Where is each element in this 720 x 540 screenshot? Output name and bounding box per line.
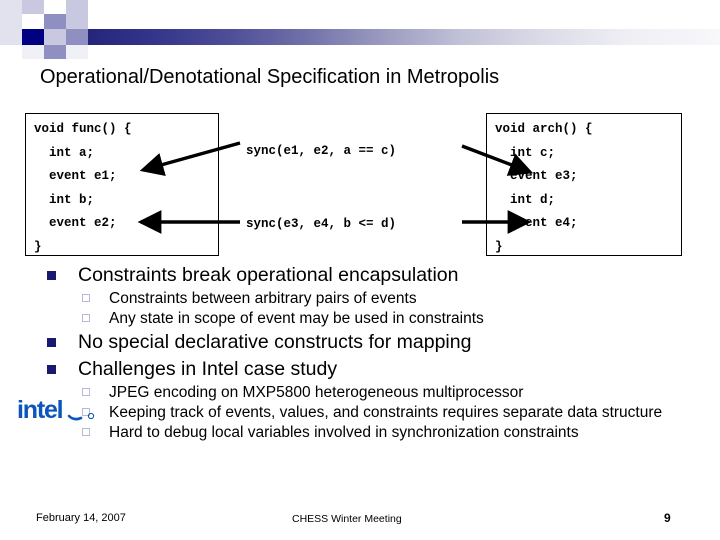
header-gradient-bar xyxy=(44,29,720,45)
code-line: int b; xyxy=(34,192,95,207)
deco-square xyxy=(0,29,22,45)
footer-date: February 14, 2007 xyxy=(36,512,126,524)
slide-decoration-header xyxy=(0,0,720,59)
bullet-text: Any state in scope of event may be used … xyxy=(109,310,484,327)
deco-square xyxy=(66,14,88,29)
bullet-hollow-square-icon xyxy=(82,314,90,322)
bullet-level2: Hard to debug local variables involved i… xyxy=(30,423,690,442)
footer-page-number: 9 xyxy=(664,511,671,525)
bullet-text: JPEG encoding on MXP5800 heterogeneous m… xyxy=(109,384,524,401)
bullet-level2: Any state in scope of event may be used … xyxy=(30,309,690,328)
bullet-text: Hard to debug local variables involved i… xyxy=(109,424,579,441)
code-line: event e4; xyxy=(495,216,578,230)
code-line: int d; xyxy=(495,192,556,207)
code-line: event e2; xyxy=(34,216,117,230)
bullet-text: Keeping track of events, values, and con… xyxy=(109,404,663,421)
deco-square xyxy=(0,0,22,29)
intel-swoosh-icon xyxy=(67,414,83,421)
bullet-level1: Constraints break operational encapsulat… xyxy=(30,262,690,288)
footer-event-name: CHESS Winter Meeting xyxy=(292,513,402,525)
bullet-level2: JPEG encoding on MXP5800 heterogeneous m… xyxy=(30,383,690,402)
bullet-level1: Challenges in Intel case study xyxy=(30,356,690,382)
bullet-text: No special declarative constructs for ma… xyxy=(78,331,472,353)
code-line: } xyxy=(495,239,503,254)
bullet-hollow-square-icon xyxy=(82,294,90,302)
code-line: void func() { xyxy=(34,122,132,136)
slide-title: Operational/Denotational Specification i… xyxy=(40,66,500,88)
bullet-level2: Keeping track of events, values, and con… xyxy=(30,403,690,422)
bullet-square-icon xyxy=(47,271,56,280)
deco-square xyxy=(22,0,44,14)
bullet-text: Constraints break operational encapsulat… xyxy=(78,264,459,286)
bullet-square-icon xyxy=(47,365,56,374)
deco-square-navy xyxy=(22,29,44,45)
deco-square xyxy=(44,14,66,29)
deco-square xyxy=(66,29,88,45)
sync-constraint-1: sync(e1, e2, a == c) xyxy=(246,144,397,158)
sync-constraint-2: sync(e3, e4, b <= d) xyxy=(246,217,397,231)
code-line: } xyxy=(34,239,42,254)
bullet-text: Constraints between arbitrary pairs of e… xyxy=(109,290,417,307)
bullet-hollow-square-icon xyxy=(82,428,90,436)
code-block-func: void func() { int a; event e1; int b; ev… xyxy=(25,113,219,256)
deco-square xyxy=(44,45,66,59)
deco-square xyxy=(66,45,88,59)
bullet-hollow-square-icon xyxy=(82,388,90,396)
intel-wordmark: intel xyxy=(17,396,63,424)
code-line: int c; xyxy=(495,145,556,160)
code-line: int a; xyxy=(34,145,95,160)
bullet-level2: Constraints between arbitrary pairs of e… xyxy=(30,289,690,308)
code-line: event e3; xyxy=(495,169,578,183)
code-block-arch: void arch() { int c; event e3; int d; ev… xyxy=(486,113,682,256)
deco-square xyxy=(22,45,44,59)
deco-square xyxy=(66,0,88,14)
code-line: event e1; xyxy=(34,169,117,183)
intel-logo: intel xyxy=(17,396,95,424)
bullet-square-icon xyxy=(47,338,56,347)
code-line: void arch() { xyxy=(495,122,593,136)
bullet-text: Challenges in Intel case study xyxy=(78,358,338,380)
bullet-level1: No special declarative constructs for ma… xyxy=(30,329,690,355)
bullet-list: Constraints break operational encapsulat… xyxy=(30,262,690,443)
intel-registered-icon xyxy=(87,412,95,420)
slide-footer: February 14, 2007 CHESS Winter Meeting 9 xyxy=(0,508,720,534)
deco-square xyxy=(44,29,66,45)
